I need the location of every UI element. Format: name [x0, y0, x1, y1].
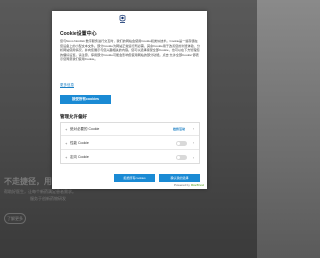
pref-row-targeting[interactable]: + 定向 Cookie ›: [61, 151, 199, 164]
pref-label: 性能 Cookie: [70, 140, 89, 145]
pref-row-performance[interactable]: + 性能 Cookie ›: [61, 137, 199, 150]
modal-title: Cookie设置中心: [60, 31, 97, 37]
chevron-right-icon: ›: [192, 141, 194, 145]
targeting-toggle[interactable]: [176, 155, 187, 160]
company-logo-icon: [118, 14, 127, 24]
pref-label: 绝对必要的 Cookie: [70, 126, 100, 131]
preferences-title: 管理允许偏好: [60, 114, 87, 119]
performance-toggle[interactable]: [176, 140, 187, 146]
always-active-badge: 始终活动: [172, 127, 185, 131]
powered-by-text: Powered by: [173, 183, 190, 187]
pref-row-necessary[interactable]: + 绝对必要的 Cookie 始终活动 ›: [61, 123, 199, 136]
more-info-link[interactable]: 更多信息: [60, 83, 74, 88]
powered-by-footer: Powered by OneTrust: [174, 183, 204, 187]
chevron-right-icon: ›: [192, 127, 194, 131]
cookie-settings-modal: Cookie设置中心 您与Novo Nordisk 数字服务进行交互时，我们的网…: [52, 11, 207, 189]
preferences-list: + 绝对必要的 Cookie 始终活动 › + 性能 Cookie › + 定向…: [60, 122, 200, 164]
pref-label: 定向 Cookie: [70, 155, 89, 159]
reject-all-cookies-button[interactable]: 拒绝所有cookies: [114, 174, 155, 182]
accept-all-cookies-button[interactable]: 接受所有cookies: [60, 95, 111, 104]
onetrust-brand[interactable]: OneTrust: [191, 183, 204, 187]
cookie-description: 您与Novo Nordisk 数字服务进行交互时，我们的网站会使用Cookie和…: [60, 39, 200, 61]
confirm-choices-button[interactable]: 确认我的选择: [159, 174, 200, 182]
chevron-right-icon: ›: [192, 155, 194, 160]
